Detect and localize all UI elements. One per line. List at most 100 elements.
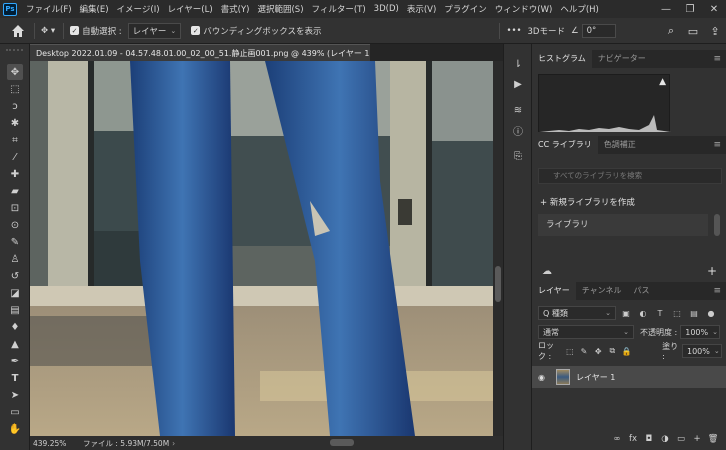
panel-menu-icon[interactable]: ≡ — [713, 136, 721, 154]
move-tool-preset-icon[interactable]: ✥ ▾ — [41, 26, 55, 36]
menu-image[interactable]: イメージ(I) — [113, 3, 164, 15]
menu-select[interactable]: 選択範囲(S) — [253, 3, 307, 15]
auto-select-checkbox[interactable]: ✓ 自動選択 : — [70, 25, 122, 37]
lock-position-icon[interactable]: ✥ — [593, 344, 604, 358]
healing-brush-tool-icon[interactable]: ▰ — [7, 183, 23, 199]
panel-menu-icon[interactable]: ≡ — [713, 282, 721, 300]
menu-filter[interactable]: フィルター(T) — [308, 3, 370, 15]
actions-icon[interactable]: ▶ — [510, 76, 526, 92]
tab-cc-libraries[interactable]: CC ライブラリ — [532, 136, 598, 154]
layer-name[interactable]: レイヤー 1 — [576, 372, 615, 383]
menu-3d[interactable]: 3D(D) — [370, 4, 403, 14]
move-tool-icon[interactable]: ✥ — [7, 64, 23, 80]
lock-artboard-icon[interactable]: ⧉ — [607, 344, 618, 358]
tab-histogram[interactable]: ヒストグラム — [532, 50, 592, 68]
layer-row[interactable]: ◉ レイヤー 1 — [532, 366, 726, 388]
layer-style-icon[interactable]: fx — [625, 434, 641, 444]
tab-navigator[interactable]: ナビゲーター — [592, 50, 652, 68]
document-tab[interactable]: Desktop 2022.01.09 - 04.57.48.01.00_02_0… — [30, 44, 370, 61]
history-brush-tool-icon[interactable]: ↺ — [7, 268, 23, 284]
more-options-button[interactable]: ••• — [506, 26, 521, 36]
workspace-icon[interactable]: ▭ — [682, 18, 704, 44]
restore-button[interactable]: ❐ — [678, 0, 702, 18]
tab-adjustments[interactable]: 色調補正 — [598, 136, 642, 154]
menu-file[interactable]: ファイル(F) — [22, 3, 76, 15]
magic-wand-tool-icon[interactable]: ✱ — [7, 115, 23, 131]
info-icon[interactable]: ⓘ — [510, 122, 526, 138]
new-library-button[interactable]: + 新規ライブラリを作成 — [540, 196, 635, 208]
library-scrollbar[interactable] — [714, 214, 720, 236]
warning-icon[interactable]: ▲ — [659, 77, 666, 87]
adjustments-icon[interactable]: ≋ — [510, 102, 526, 118]
panel-grip[interactable] — [6, 49, 23, 57]
menu-plugins[interactable]: プラグイン — [440, 3, 491, 15]
path-selection-tool-icon[interactable]: ➤ — [7, 387, 23, 403]
history-icon[interactable]: ⇂ — [510, 56, 526, 72]
cloud-icon[interactable]: ☁ — [542, 266, 552, 277]
layer-select-dropdown[interactable]: レイヤー ⌄ — [127, 22, 182, 39]
red-eye-tool-icon[interactable]: ⊙ — [7, 217, 23, 233]
home-icon[interactable] — [10, 23, 26, 39]
fill-field[interactable]: 100% ⌄ — [682, 344, 722, 358]
crop-tool-icon[interactable]: ⌗ — [7, 132, 23, 148]
lock-transparent-icon[interactable]: ⬚ — [564, 344, 575, 358]
vertical-scrollbar[interactable] — [493, 61, 503, 436]
library-dropdown[interactable]: ライブラリ — [538, 214, 708, 236]
document-canvas[interactable] — [30, 61, 493, 436]
pen-tool-icon[interactable]: ✒ — [7, 353, 23, 369]
new-adjustment-layer-icon[interactable]: ◑ — [657, 434, 673, 444]
spot-healing-tool-icon[interactable]: ✚ — [7, 166, 23, 182]
menu-type[interactable]: 書式(Y) — [217, 3, 254, 15]
lock-all-icon[interactable]: 🔒 — [621, 344, 632, 358]
tab-layers[interactable]: レイヤー — [532, 282, 576, 300]
brush-tool-icon[interactable]: ✎ — [7, 234, 23, 250]
type-tool-icon[interactable]: T — [7, 370, 23, 386]
filter-adjustment-icon[interactable]: ◐ — [636, 306, 650, 320]
lasso-tool-icon[interactable]: ↄ — [7, 98, 23, 114]
menu-help[interactable]: ヘルプ(H) — [556, 3, 603, 15]
close-window-button[interactable]: ✕ — [702, 0, 726, 18]
panel-menu-icon[interactable]: ≡ — [713, 50, 721, 68]
search-icon[interactable]: ⌕ — [660, 18, 682, 44]
hand-tool-icon[interactable]: ✋ — [7, 421, 23, 437]
library-search-input[interactable]: すべてのライブラリを検索 — [538, 168, 722, 184]
layer-kind-filter[interactable]: Q 種類 ⌄ — [538, 306, 616, 320]
scroll-thumb[interactable] — [495, 266, 501, 302]
filter-smart-object-icon[interactable]: ▤ — [687, 306, 701, 320]
filter-type-icon[interactable]: T — [653, 306, 667, 320]
blur-tool-icon[interactable]: ♦ — [7, 319, 23, 335]
tab-paths[interactable]: パス — [628, 282, 656, 300]
link-layers-icon[interactable]: ∞ — [609, 434, 625, 444]
rectangle-tool-icon[interactable]: ▭ — [7, 404, 23, 420]
add-library-item-button[interactable]: + — [707, 264, 717, 278]
filter-pixel-icon[interactable]: ▣ — [619, 306, 633, 320]
zoom-level[interactable]: 439.25% — [33, 439, 77, 448]
share-icon[interactable]: ⇪ — [704, 18, 726, 44]
delete-layer-icon[interactable]: 🗑 — [705, 434, 721, 444]
menu-view[interactable]: 表示(V) — [403, 3, 440, 15]
dodge-tool-icon[interactable]: ▲ — [7, 336, 23, 352]
filter-toggle-icon[interactable]: ● — [704, 306, 718, 320]
horizontal-scroll-thumb[interactable] — [330, 439, 354, 446]
opacity-field[interactable]: 100% ⌄ — [680, 325, 721, 339]
visibility-eye-icon[interactable]: ◉ — [538, 373, 552, 382]
patch-tool-icon[interactable]: ⊡ — [7, 200, 23, 216]
filter-shape-icon[interactable]: ⬚ — [670, 306, 684, 320]
new-layer-icon[interactable]: + — [689, 434, 705, 444]
menu-edit[interactable]: 編集(E) — [76, 3, 113, 15]
eyedropper-tool-icon[interactable]: ⁄ — [7, 149, 23, 165]
clone-stamp-tool-icon[interactable]: ♙ — [7, 251, 23, 267]
eraser-tool-icon[interactable]: ◪ — [7, 285, 23, 301]
lock-image-icon[interactable]: ✎ — [578, 344, 589, 358]
status-menu-arrow[interactable]: › — [172, 439, 175, 448]
marquee-tool-icon[interactable]: ⬚ — [7, 81, 23, 97]
blend-mode-dropdown[interactable]: 通常 ⌄ — [538, 325, 634, 339]
menu-window[interactable]: ウィンドウ(W) — [491, 3, 557, 15]
add-mask-icon[interactable]: ◘ — [641, 434, 657, 444]
new-group-icon[interactable]: ▭ — [673, 434, 689, 444]
menu-layer[interactable]: レイヤー(L) — [164, 3, 217, 15]
tab-channels[interactable]: チャンネル — [576, 282, 628, 300]
gradient-tool-icon[interactable]: ▤ — [7, 302, 23, 318]
minimize-button[interactable]: — — [654, 0, 678, 18]
show-bbox-checkbox[interactable]: ✓ バウンディングボックスを表示 — [191, 25, 321, 37]
